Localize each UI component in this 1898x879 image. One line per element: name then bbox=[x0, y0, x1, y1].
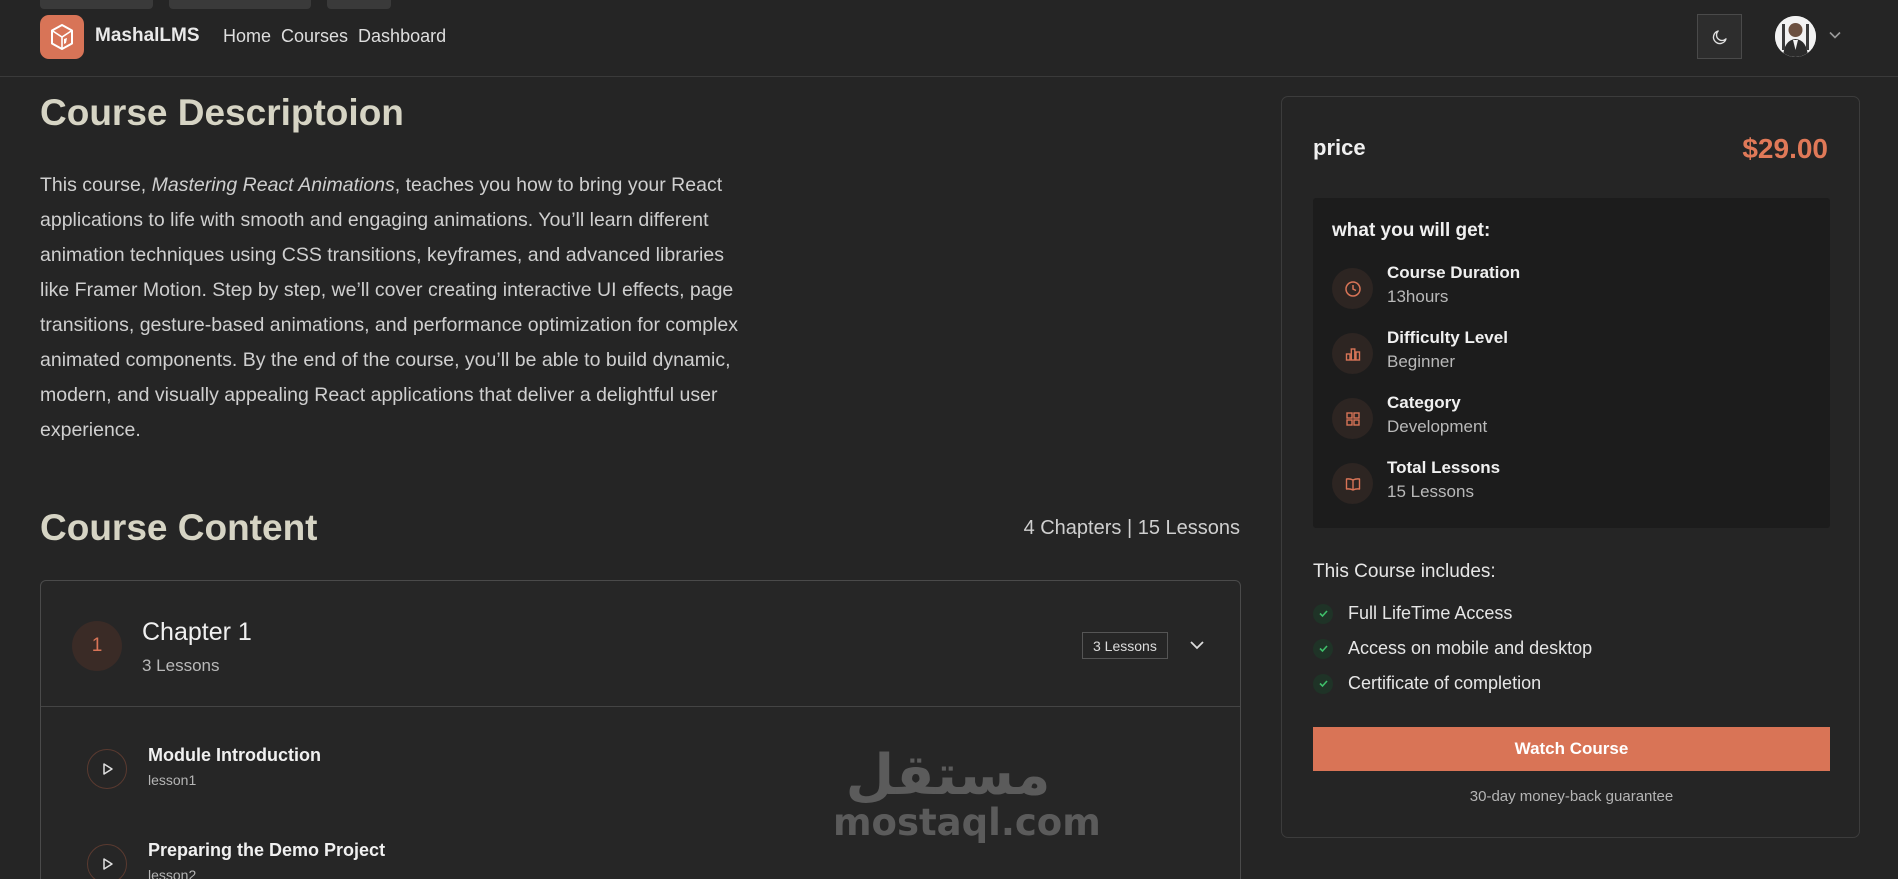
content-summary: 4 Chapters | 15 Lessons bbox=[1023, 517, 1240, 539]
nav-home[interactable]: Home bbox=[223, 26, 271, 47]
chevron-down-icon[interactable] bbox=[1187, 635, 1207, 655]
play-icon[interactable] bbox=[87, 844, 127, 879]
nav-dashboard[interactable]: Dashboard bbox=[358, 26, 446, 47]
price-value: $29.00 bbox=[1742, 133, 1828, 164]
chapter-subtitle: 3 Lessons bbox=[142, 656, 220, 675]
chapter-title: Chapter 1 bbox=[142, 618, 252, 646]
check-icon bbox=[1313, 673, 1333, 694]
lesson-subtitle: lesson2 bbox=[148, 867, 197, 879]
watch-course-button[interactable]: Watch Course bbox=[1313, 727, 1830, 771]
grid-icon bbox=[1332, 398, 1373, 439]
top-navbar: MashalLMS Home Courses Dashboard bbox=[0, 0, 1898, 77]
moon-icon bbox=[1712, 29, 1727, 44]
lesson-count-badge: 3 Lessons bbox=[1082, 632, 1168, 659]
logo-icon[interactable] bbox=[40, 15, 84, 59]
brand-name[interactable]: MashalLMS bbox=[95, 25, 200, 47]
description-title: Course Descriptoion bbox=[40, 92, 404, 133]
check-icon bbox=[1313, 638, 1333, 659]
what-you-get-title: what you will get: bbox=[1332, 220, 1491, 241]
money-back-guarantee: 30-day money-back guarantee bbox=[1469, 788, 1674, 805]
watermark-arabic: مستقل bbox=[845, 743, 1051, 808]
theme-toggle-button[interactable] bbox=[1697, 14, 1742, 59]
chart-bar-icon bbox=[1332, 333, 1373, 374]
price-label: price bbox=[1313, 135, 1366, 160]
check-icon bbox=[1313, 603, 1333, 624]
lesson-title: Module Introduction bbox=[148, 745, 321, 765]
includes-title: This Course includes: bbox=[1313, 561, 1496, 582]
clock-icon bbox=[1332, 268, 1373, 309]
watermark-logo: مستقل mostaql.com bbox=[833, 743, 1101, 844]
include-item: Access on mobile and desktop bbox=[1313, 638, 1592, 659]
watermark-latin: mostaql.com bbox=[833, 801, 1101, 844]
avatar[interactable] bbox=[1775, 16, 1816, 57]
chapter-number: 1 bbox=[72, 621, 122, 671]
chapter-header[interactable]: 1 Chapter 1 3 Lessons 3 Lessons bbox=[41, 581, 1240, 707]
play-icon[interactable] bbox=[87, 749, 127, 789]
nav-courses[interactable]: Courses bbox=[281, 26, 348, 47]
purchase-card: price $29.00 what you will get: Course D… bbox=[1281, 96, 1860, 838]
book-icon bbox=[1332, 463, 1373, 504]
include-item: Full LifeTime Access bbox=[1313, 603, 1512, 624]
include-item: Certificate of completion bbox=[1313, 673, 1541, 694]
main-nav: Home Courses Dashboard bbox=[223, 26, 446, 47]
what-you-get-box: what you will get: Course Duration 13hou… bbox=[1313, 198, 1830, 528]
lesson-title: Preparing the Demo Project bbox=[148, 840, 386, 860]
content-title: Course Content bbox=[40, 507, 318, 548]
description-text: This course, Mastering React Animations,… bbox=[40, 174, 739, 441]
lesson-subtitle: lesson1 bbox=[148, 772, 197, 788]
course-name: Mastering React Animations bbox=[151, 174, 395, 196]
chevron-down-icon[interactable] bbox=[1828, 28, 1842, 42]
